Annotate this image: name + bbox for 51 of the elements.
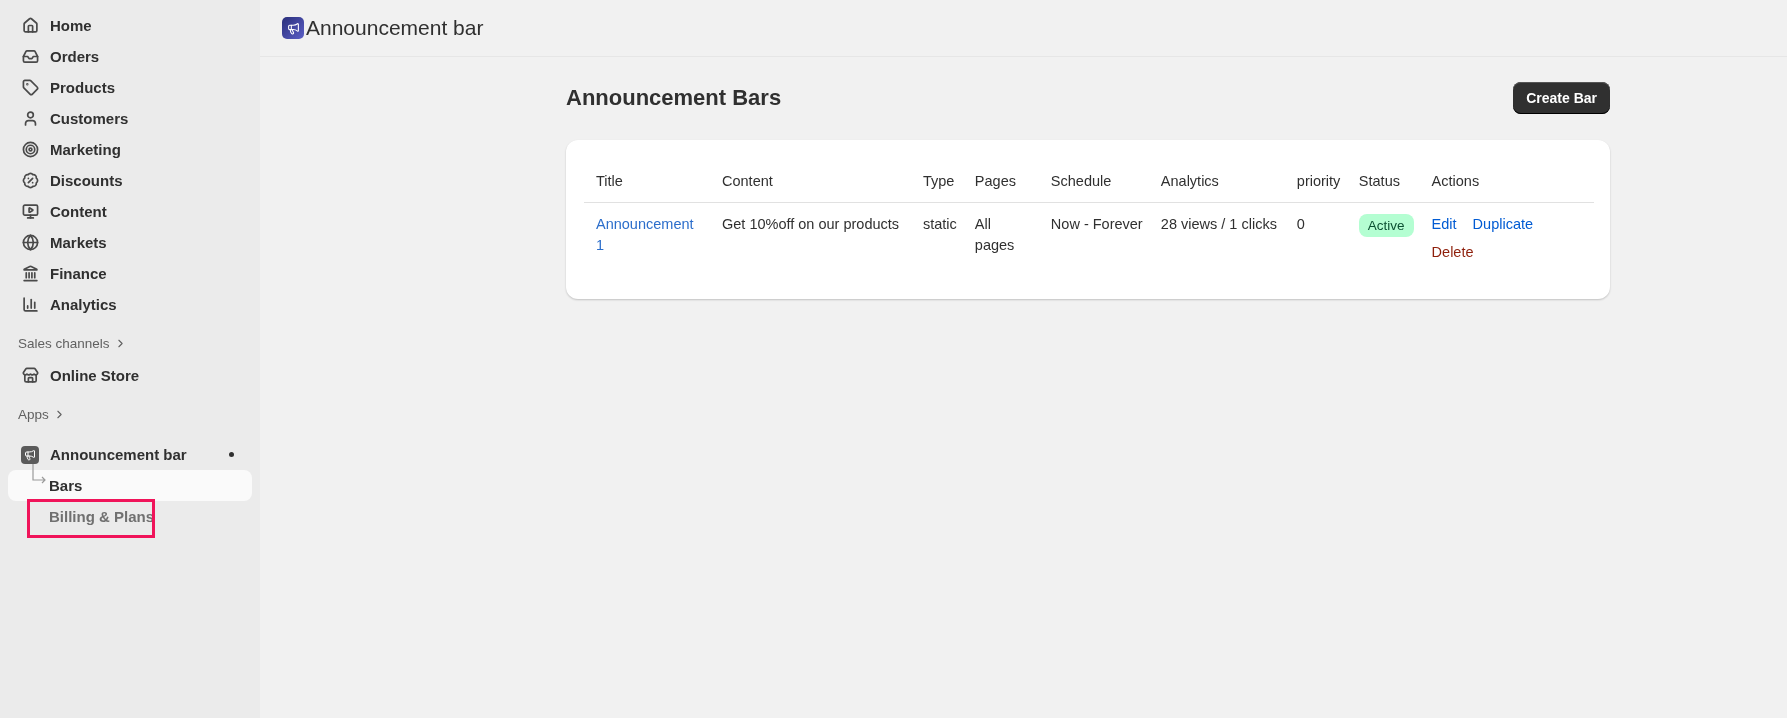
nav-item[interactable]: Customers	[8, 103, 252, 134]
column-header: priority	[1284, 158, 1347, 203]
megaphone-icon	[21, 445, 39, 464]
nav-item[interactable]: Products	[8, 72, 252, 103]
nav-item[interactable]: Finance	[8, 258, 252, 289]
subnav-item[interactable]: Billing & Plans	[8, 501, 252, 532]
column-header: Schedule	[1038, 158, 1149, 203]
store-icon	[20, 365, 40, 386]
table-cell: 0	[1284, 202, 1347, 271]
action-link[interactable]: Delete	[1431, 242, 1474, 263]
column-header: Content	[710, 158, 911, 203]
dot-icon	[229, 452, 234, 457]
column-header: Pages	[962, 158, 1039, 203]
section-heading[interactable]: Sales channels	[8, 332, 252, 354]
nav-item[interactable]: Online Store	[8, 360, 252, 391]
column-header: Status	[1346, 158, 1420, 203]
section-heading[interactable]: Apps	[8, 403, 252, 425]
page-title: Announcement Bars	[566, 85, 782, 111]
column-header: Actions	[1419, 158, 1594, 203]
nav-item[interactable]: Analytics	[8, 289, 252, 320]
app-title: Announcement bar	[306, 16, 484, 40]
column-header: Title	[584, 158, 710, 203]
nav-icon	[20, 294, 40, 315]
nav-item[interactable]: Content	[8, 196, 252, 227]
nav-icon	[20, 232, 40, 253]
nav-icon	[20, 77, 40, 98]
subnav-item[interactable]: Bars	[8, 470, 252, 501]
table-cell: All pages	[962, 202, 1039, 271]
nav-icon	[20, 15, 40, 36]
table-cell: Now - Forever	[1038, 202, 1149, 271]
megaphone-icon	[282, 17, 304, 39]
nav-icon	[20, 263, 40, 284]
nav-item[interactable]: Marketing	[8, 134, 252, 165]
column-header: Analytics	[1148, 158, 1285, 203]
nav-item[interactable]: Discounts	[8, 165, 252, 196]
table-cell: Get 10%off on our products	[710, 202, 911, 271]
action-link[interactable]: Edit	[1431, 214, 1457, 235]
nav-icon	[20, 139, 40, 160]
status-badge: Active	[1358, 214, 1414, 237]
nav-icon	[20, 201, 40, 222]
nav-item[interactable]: Orders	[8, 41, 252, 72]
column-header: Type	[911, 158, 963, 203]
action-link[interactable]: Duplicate	[1472, 214, 1534, 235]
nav-item[interactable]: Home	[8, 10, 252, 41]
title-link[interactable]: Announcement 1	[596, 214, 704, 256]
nav-icon	[20, 170, 40, 191]
nav-item[interactable]: Markets	[8, 227, 252, 258]
nav-item[interactable]: Announcement bar	[8, 439, 252, 470]
table-cell: 28 views / 1 clicks	[1148, 202, 1285, 271]
create-button[interactable]: Create Bar	[1513, 82, 1610, 114]
table-cell: static	[911, 202, 963, 271]
